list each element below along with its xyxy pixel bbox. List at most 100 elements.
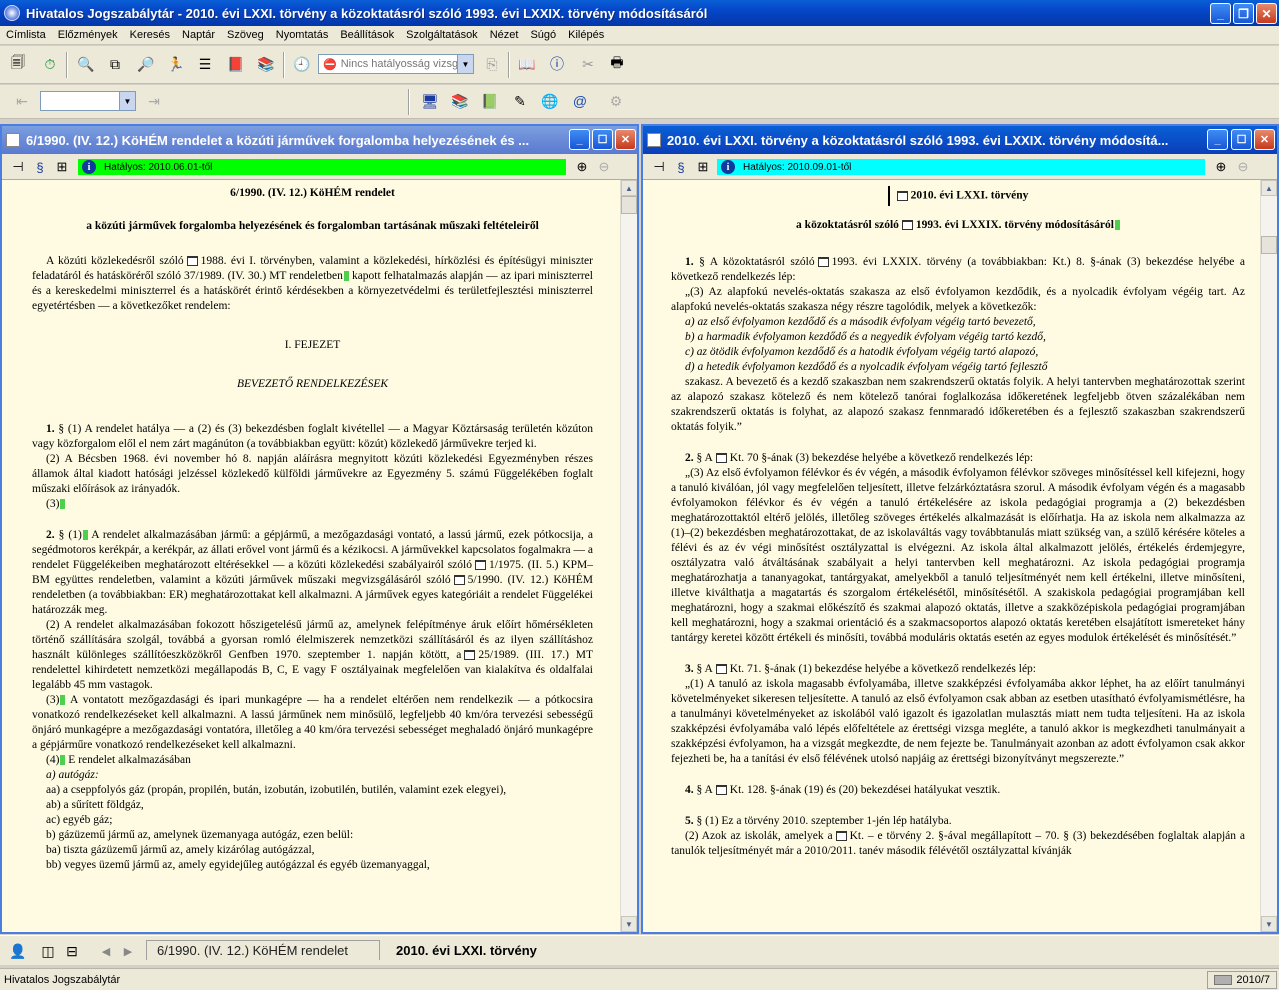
books-icon[interactable]: 📕: [224, 52, 248, 76]
tile-vertical-icon[interactable]: ◫: [36, 939, 60, 963]
menu-naptar[interactable]: Naptár: [176, 29, 221, 41]
scroll-thumb[interactable]: [1261, 236, 1277, 254]
menu-kilepes[interactable]: Kilépés: [562, 29, 610, 41]
link-icon[interactable]: [715, 664, 727, 675]
link-icon[interactable]: [896, 191, 908, 201]
history-clock-icon[interactable]: ⏱: [38, 52, 62, 76]
scroll-thumb[interactable]: [621, 196, 637, 214]
copy-icon[interactable]: ⧉: [103, 52, 127, 76]
minimize-button[interactable]: _: [1210, 3, 1231, 24]
footnote-marker[interactable]: [60, 499, 66, 510]
forward-doc-icon[interactable]: ⇥: [142, 89, 166, 113]
paragraph-link-icon[interactable]: §: [671, 157, 691, 177]
zoom-out-icon[interactable]: ⊖: [1233, 157, 1253, 177]
stack-icon[interactable]: 📚: [254, 52, 278, 76]
calendar-clock-icon[interactable]: 🕘: [290, 52, 314, 76]
footnote-marker[interactable]: [343, 271, 349, 282]
library-icon[interactable]: 📚: [448, 89, 472, 113]
tab-next-icon[interactable]: ▶: [116, 939, 140, 963]
validity-combo[interactable]: ⛔ Nincs hatályosság vizsg ▼: [318, 54, 474, 74]
menu-szolgaltatasok[interactable]: Szolgáltatások: [400, 29, 484, 41]
paragraph-link-icon[interactable]: §: [30, 157, 50, 177]
back-doc-icon[interactable]: ⇤: [10, 89, 34, 113]
right-pane-close-button[interactable]: ✕: [1254, 129, 1275, 150]
scroll-down-icon[interactable]: ▼: [1261, 916, 1277, 932]
doc-title: 2010. évi LXXI. törvény: [671, 186, 1245, 206]
right-scrollbar[interactable]: ▲ ▼: [1260, 180, 1277, 932]
link-icon[interactable]: [901, 220, 913, 231]
split-icon[interactable]: ⊞: [52, 157, 72, 177]
link-icon[interactable]: [817, 257, 829, 268]
scroll-up-icon[interactable]: ▲: [1261, 180, 1277, 196]
menu-szoveg[interactable]: Szöveg: [221, 29, 270, 41]
email-icon[interactable]: @: [568, 89, 592, 113]
footnote-marker[interactable]: [82, 530, 88, 541]
left-scrollbar[interactable]: ▲ ▼: [620, 180, 637, 932]
tile-horizontal-icon[interactable]: ⊟: [60, 939, 84, 963]
left-pane-close-button[interactable]: ✕: [615, 129, 636, 150]
right-pane-minimize-button[interactable]: _: [1207, 129, 1228, 150]
close-button[interactable]: ✕: [1256, 3, 1277, 24]
printer-icon[interactable]: 🖶: [605, 52, 629, 76]
menu-nezet[interactable]: Nézet: [484, 29, 525, 41]
tab-2010-torveny[interactable]: 2010. évi LXXI. törvény: [386, 940, 547, 960]
link-icon[interactable]: [715, 453, 727, 464]
settings-icon[interactable]: ⚙: [604, 89, 628, 113]
left-validity-text: Hatályos: 2010.06.01-től: [104, 161, 213, 173]
quoted-paragraph: „(3) Az alapfokú nevelés-oktatás szakasz…: [671, 286, 1245, 313]
footnote-marker[interactable]: [1114, 220, 1120, 231]
chevron-down-icon[interactable]: ▼: [119, 92, 135, 110]
footnote-marker[interactable]: [60, 695, 66, 706]
secondary-toolbar: ⇤ ▼ ⇥ 🖥 📚 📗 ✎ 🌐 @ ⚙: [0, 85, 1279, 119]
left-pane-minimize-button[interactable]: _: [569, 129, 590, 150]
scissors-icon[interactable]: ✂: [576, 52, 600, 76]
book-open-icon[interactable]: 📖: [515, 52, 539, 76]
link-icon[interactable]: [715, 785, 727, 796]
search-icon[interactable]: 🔍: [74, 52, 98, 76]
zoom-out-icon[interactable]: ⊖: [594, 157, 614, 177]
pin-icon[interactable]: ⊣: [8, 157, 28, 177]
right-document-content: 2010. évi LXXI. törvény a közoktatásról …: [655, 180, 1253, 932]
small-combo[interactable]: ▼: [40, 91, 136, 111]
menu-cimlista[interactable]: Címlista: [0, 29, 52, 41]
split-icon[interactable]: ⊞: [693, 157, 713, 177]
scroll-up-icon[interactable]: ▲: [621, 180, 637, 196]
link-icon[interactable]: [464, 650, 476, 661]
right-validity-text: Hatályos: 2010.09.01-től: [743, 161, 852, 173]
left-pane-maximize-button[interactable]: ☐: [592, 129, 613, 150]
user-icon[interactable]: 👤: [6, 939, 30, 963]
link-icon[interactable]: [835, 831, 847, 842]
link-icon[interactable]: [453, 575, 465, 586]
book-stack-icon[interactable]: 📗: [478, 89, 502, 113]
chevron-down-icon[interactable]: ▼: [457, 55, 473, 73]
right-document-pane: 2010. évi LXXI. törvény a közoktatásról …: [641, 124, 1279, 934]
monitor-icon[interactable]: 🖥: [418, 89, 442, 113]
pin-icon[interactable]: ⊣: [649, 157, 669, 177]
right-pane-maximize-button[interactable]: ☐: [1231, 129, 1252, 150]
tab-prev-icon[interactable]: ◀: [94, 939, 118, 963]
menu-sugo[interactable]: Súgó: [524, 29, 562, 41]
list-icon[interactable]: ☰: [193, 52, 217, 76]
footnote-marker[interactable]: [60, 755, 66, 766]
link-icon[interactable]: [186, 256, 198, 267]
runner-icon[interactable]: 🏃: [164, 52, 188, 76]
compare-icon[interactable]: ⎘: [480, 52, 504, 76]
zoom-in-icon[interactable]: ⊕: [572, 157, 592, 177]
doc-subtitle: a közúti járművek forgalomba helyezéséne…: [86, 220, 539, 232]
menu-kereses[interactable]: Keresés: [124, 29, 176, 41]
link-icon[interactable]: [474, 560, 486, 571]
menu-beallitasok[interactable]: Beállítások: [334, 29, 400, 41]
edit-icon[interactable]: ✎: [508, 89, 532, 113]
menu-nyomtatas[interactable]: Nyomtatás: [270, 29, 335, 41]
separator: [508, 52, 510, 78]
scroll-down-icon[interactable]: ▼: [621, 916, 637, 932]
find-document-icon[interactable]: 🔎: [134, 52, 158, 76]
globe-icon[interactable]: 🌐: [538, 89, 562, 113]
documents-icon[interactable]: 🗐: [6, 52, 30, 76]
section-text: A vontatott mezőgazdasági és ipari munka…: [32, 694, 593, 751]
maximize-button[interactable]: ❐: [1233, 3, 1254, 24]
zoom-in-icon[interactable]: ⊕: [1211, 157, 1231, 177]
tab-kohem-rendelet[interactable]: 6/1990. (IV. 12.) KöHÉM rendelet: [146, 940, 380, 960]
menu-elozmenyek[interactable]: Előzmények: [52, 29, 124, 41]
info-icon[interactable]: ⓘ: [545, 52, 569, 76]
